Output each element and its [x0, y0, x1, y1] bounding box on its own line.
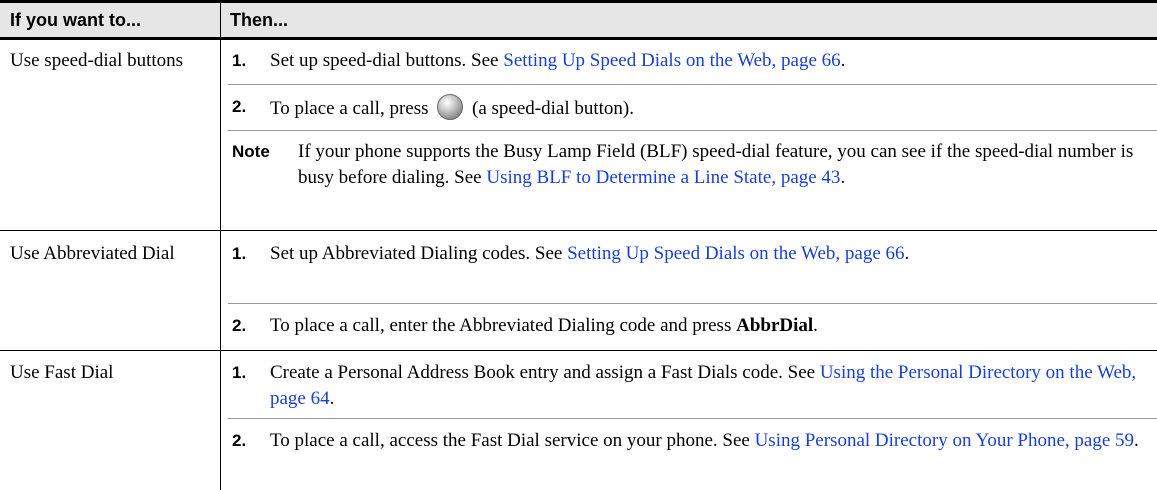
- step-number: 2.: [232, 97, 247, 116]
- row-divider: [0, 230, 1157, 231]
- step-divider: [228, 84, 1157, 85]
- step-text: To place a call, press (a speed-dial but…: [270, 94, 1150, 122]
- column-divider: [220, 3, 221, 490]
- row-divider: [0, 350, 1157, 351]
- link-using-personal-directory-phone[interactable]: Using Personal Directory on Your Phone, …: [755, 430, 1134, 451]
- link-using-blf[interactable]: Using BLF to Determine a Line State, pag…: [486, 167, 840, 188]
- header-then: Then...: [230, 10, 288, 30]
- step-text: To place a call, access the Fast Dial se…: [270, 430, 1139, 451]
- step-divider: [228, 130, 1157, 131]
- table-header: If you want to... Then...: [0, 0, 1157, 40]
- step-number: 1.: [232, 244, 247, 263]
- step-text: Set up speed-dial buttons. See Setting U…: [270, 50, 846, 71]
- step-number: 2.: [232, 431, 247, 450]
- step-divider: [228, 303, 1157, 304]
- step-text: Create a Personal Address Book entry and…: [270, 362, 1137, 409]
- step-text: To place a call, enter the Abbreviated D…: [270, 315, 818, 336]
- step-text: Set up Abbreviated Dialing codes. See Se…: [270, 243, 910, 264]
- step-number: 2.: [232, 316, 247, 335]
- header-if-you-want-to: If you want to...: [10, 10, 141, 30]
- note-text: If your phone supports the Busy Lamp Fie…: [298, 141, 1134, 188]
- action-fast-dial: Use Fast Dial: [10, 362, 114, 383]
- link-setting-up-speed-dials[interactable]: Setting Up Speed Dials on the Web, page …: [567, 243, 904, 264]
- note-label: Note: [232, 142, 270, 161]
- action-abbreviated-dial: Use Abbreviated Dial: [10, 243, 175, 264]
- abbrdial-softkey-label: AbbrDial: [736, 315, 814, 336]
- speed-dial-button-icon: [437, 94, 464, 120]
- step-divider: [228, 418, 1157, 419]
- step-number: 1.: [232, 51, 247, 70]
- link-setting-up-speed-dials[interactable]: Setting Up Speed Dials on the Web, page …: [503, 50, 840, 71]
- step-number: 1.: [232, 363, 247, 382]
- action-speed-dial-buttons: Use speed-dial buttons: [10, 50, 184, 71]
